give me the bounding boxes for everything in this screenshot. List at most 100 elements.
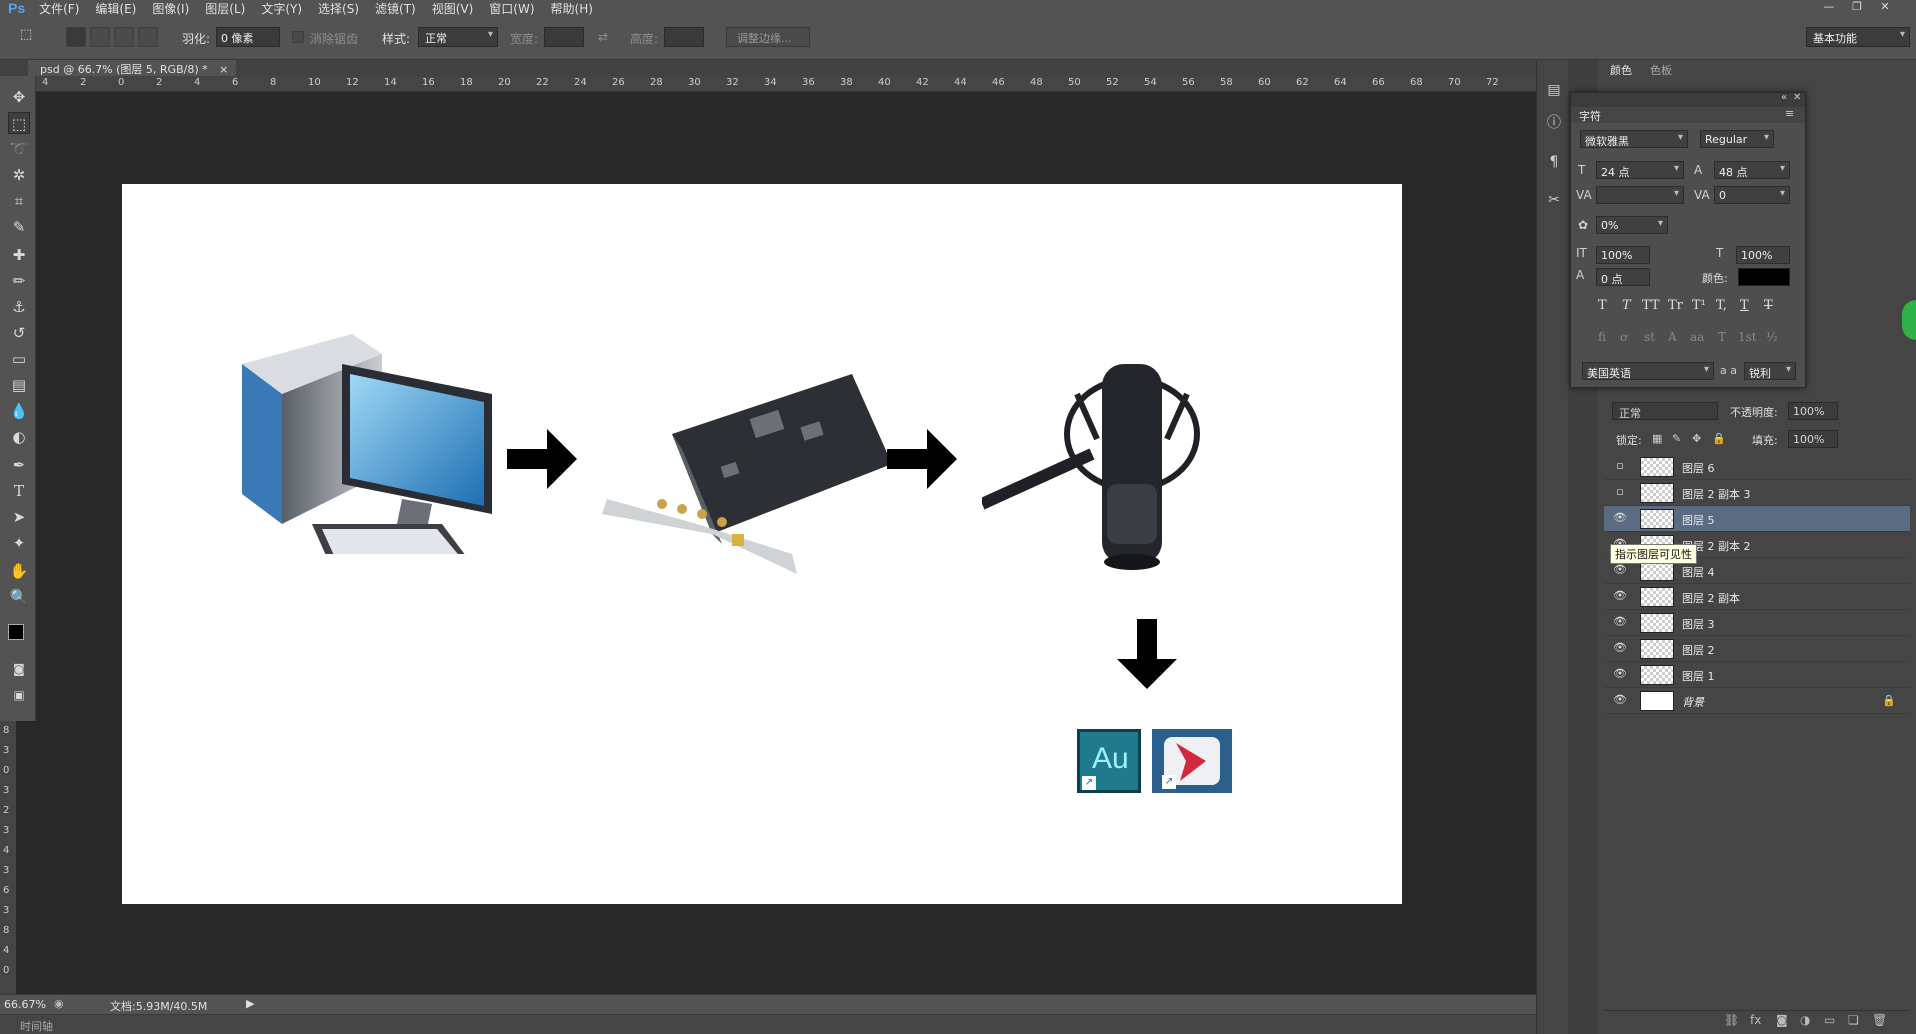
lock-transparent-icon[interactable]: ▦	[1652, 432, 1662, 445]
tool-presets-icon[interactable]: ✂	[1545, 192, 1563, 210]
eye-icon[interactable]: 👁	[1612, 589, 1628, 605]
document-tab[interactable]: psd @ 66.7% (图层 5, RGB/8) * ×	[28, 60, 237, 76]
delete-layer-icon[interactable]: 🗑	[1872, 1013, 1887, 1027]
history-panel-icon[interactable]: ▤	[1545, 82, 1563, 100]
horizontal-scale-input[interactable]: 100%	[1736, 246, 1790, 264]
hand-tool-icon[interactable]: ✋	[8, 560, 30, 582]
superscript-button[interactable]: T¹	[1692, 298, 1706, 313]
visibility-toggle-off[interactable]: ▫	[1612, 459, 1628, 475]
marquee-preset-icon[interactable]: ⬚	[20, 27, 40, 47]
document-tab-close-icon[interactable]: ×	[219, 63, 228, 76]
layer-row-selected[interactable]: 👁 图层 5	[1604, 506, 1910, 532]
layer-row[interactable]: ▫ 图层 2 副本 3	[1604, 480, 1910, 506]
eyedropper-tool-icon[interactable]: ✎	[8, 216, 30, 238]
ligatures-button[interactable]: fi	[1598, 330, 1606, 344]
font-size-select[interactable]: 24 点	[1596, 161, 1684, 179]
dodge-tool-icon[interactable]: ◐	[8, 426, 30, 448]
eye-icon[interactable]: 👁	[1612, 511, 1628, 527]
gradient-tool-icon[interactable]: ▤	[8, 374, 30, 396]
close-icon[interactable]: ✕	[1874, 0, 1896, 14]
layer-mask-icon[interactable]: ◙	[1776, 1013, 1788, 1027]
lasso-tool-icon[interactable]: ➰	[8, 138, 30, 160]
paragraph-panel-icon[interactable]: ¶	[1545, 154, 1563, 172]
layer-row[interactable]: 👁 图层 2	[1604, 636, 1910, 662]
visibility-toggle-off[interactable]: ▫	[1612, 485, 1628, 501]
layer-name[interactable]: 图层 2 副本	[1682, 590, 1740, 606]
link-layers-icon[interactable]: ⛓	[1724, 1013, 1739, 1027]
layer-row[interactable]: 👁 图层 3	[1604, 610, 1910, 636]
new-group-icon[interactable]: ▭	[1824, 1013, 1835, 1027]
collapse-icon[interactable]: «	[1781, 92, 1787, 103]
feather-input[interactable]: 0 像素	[216, 27, 280, 47]
minimize-icon[interactable]: —	[1818, 0, 1840, 14]
width-input[interactable]	[544, 27, 584, 47]
add-selection-button[interactable]	[90, 27, 110, 47]
layer-name[interactable]: 图层 2 副本 3	[1682, 486, 1751, 502]
eye-icon[interactable]: 👁	[1612, 563, 1628, 579]
foreground-color-swatch[interactable]	[8, 624, 24, 640]
color-tab[interactable]: 颜色	[1610, 62, 1632, 78]
menu-file[interactable]: 文件(F)	[39, 0, 79, 17]
character-tab[interactable]: 字符	[1579, 108, 1601, 124]
antialias-method-select[interactable]: 锐利	[1744, 362, 1796, 380]
subtract-selection-button[interactable]	[114, 27, 134, 47]
eye-icon[interactable]: 👁	[1612, 615, 1628, 631]
layer-row[interactable]: 👁 背景 🔒	[1604, 688, 1910, 714]
zoom-level[interactable]: 66.67%	[4, 998, 46, 1011]
titling-alternates-button[interactable]: T	[1718, 330, 1726, 344]
menu-select[interactable]: 选择(S)	[318, 0, 359, 17]
small-caps-button[interactable]: Tr	[1668, 298, 1683, 313]
close-panel-icon[interactable]: ✕	[1793, 92, 1801, 103]
menu-type[interactable]: 文字(Y)	[261, 0, 302, 17]
text-color-swatch[interactable]	[1738, 268, 1790, 286]
faux-bold-button[interactable]: T	[1598, 298, 1607, 313]
ordinals-button[interactable]: 1st	[1738, 330, 1757, 344]
screen-mode-icon[interactable]: ▣	[8, 684, 30, 706]
adjustment-layer-icon[interactable]: ◑	[1800, 1013, 1810, 1027]
layer-name[interactable]: 图层 2	[1682, 642, 1715, 658]
lock-all-icon[interactable]: 🔒	[1712, 432, 1726, 445]
all-caps-button[interactable]: TT	[1642, 298, 1660, 313]
layer-name[interactable]: 图层 6	[1682, 460, 1715, 476]
lock-position-icon[interactable]: ✥	[1692, 432, 1701, 445]
baseline-shift-input[interactable]: 0 点	[1596, 268, 1650, 286]
swap-icon[interactable]: ⇄	[598, 30, 608, 44]
refine-edge-button[interactable]: 调整边缘...	[726, 27, 810, 47]
subscript-button[interactable]: T,	[1716, 298, 1727, 313]
eye-icon[interactable]: 👁	[1612, 641, 1628, 657]
timeline-label[interactable]: 时间轴	[20, 1018, 53, 1034]
workspace-select[interactable]: 基本功能	[1806, 27, 1910, 47]
fill-input[interactable]: 100%	[1788, 430, 1838, 448]
kerning-select[interactable]	[1596, 186, 1684, 204]
antialias-checkbox[interactable]	[292, 31, 304, 43]
clone-stamp-tool-icon[interactable]: ⚓	[8, 296, 30, 318]
tsume-select[interactable]: 0%	[1596, 216, 1668, 234]
fractions-button[interactable]: ½	[1766, 330, 1778, 344]
font-style-select[interactable]: Regular	[1700, 130, 1774, 148]
vertical-scale-input[interactable]: 100%	[1596, 246, 1650, 264]
layer-row[interactable]: 👁 图层 1	[1604, 662, 1910, 688]
menu-window[interactable]: 窗口(W)	[489, 0, 534, 17]
height-input[interactable]	[664, 27, 704, 47]
menu-view[interactable]: 视图(V)	[432, 0, 474, 17]
shape-tool-icon[interactable]: ✦	[8, 532, 30, 554]
crop-tool-icon[interactable]: ⌗	[8, 190, 30, 212]
layer-row[interactable]: 👁 图层 2 副本	[1604, 584, 1910, 610]
eraser-tool-icon[interactable]: ▭	[8, 348, 30, 370]
magic-wand-tool-icon[interactable]: ✲	[8, 164, 30, 186]
pen-tool-icon[interactable]: ✒	[8, 454, 30, 476]
underline-button[interactable]: T	[1740, 298, 1749, 313]
language-select[interactable]: 美国英语	[1582, 362, 1714, 380]
marquee-tool-icon[interactable]: ⬚	[8, 112, 30, 134]
history-brush-tool-icon[interactable]: ↺	[8, 322, 30, 344]
strikethrough-button[interactable]: T	[1764, 298, 1773, 313]
panel-menu-icon[interactable]: ≡	[1785, 107, 1794, 120]
layer-name[interactable]: 背景	[1682, 694, 1704, 710]
leading-select[interactable]: 48 点	[1714, 161, 1790, 179]
intersect-selection-button[interactable]	[138, 27, 158, 47]
move-tool-icon[interactable]: ✥	[8, 86, 30, 108]
tracking-select[interactable]: 0	[1714, 186, 1790, 204]
discretionary-ligatures-button[interactable]: st	[1644, 330, 1655, 344]
lock-pixels-icon[interactable]: ✎	[1672, 432, 1681, 445]
new-layer-icon[interactable]: ❏	[1848, 1013, 1859, 1027]
